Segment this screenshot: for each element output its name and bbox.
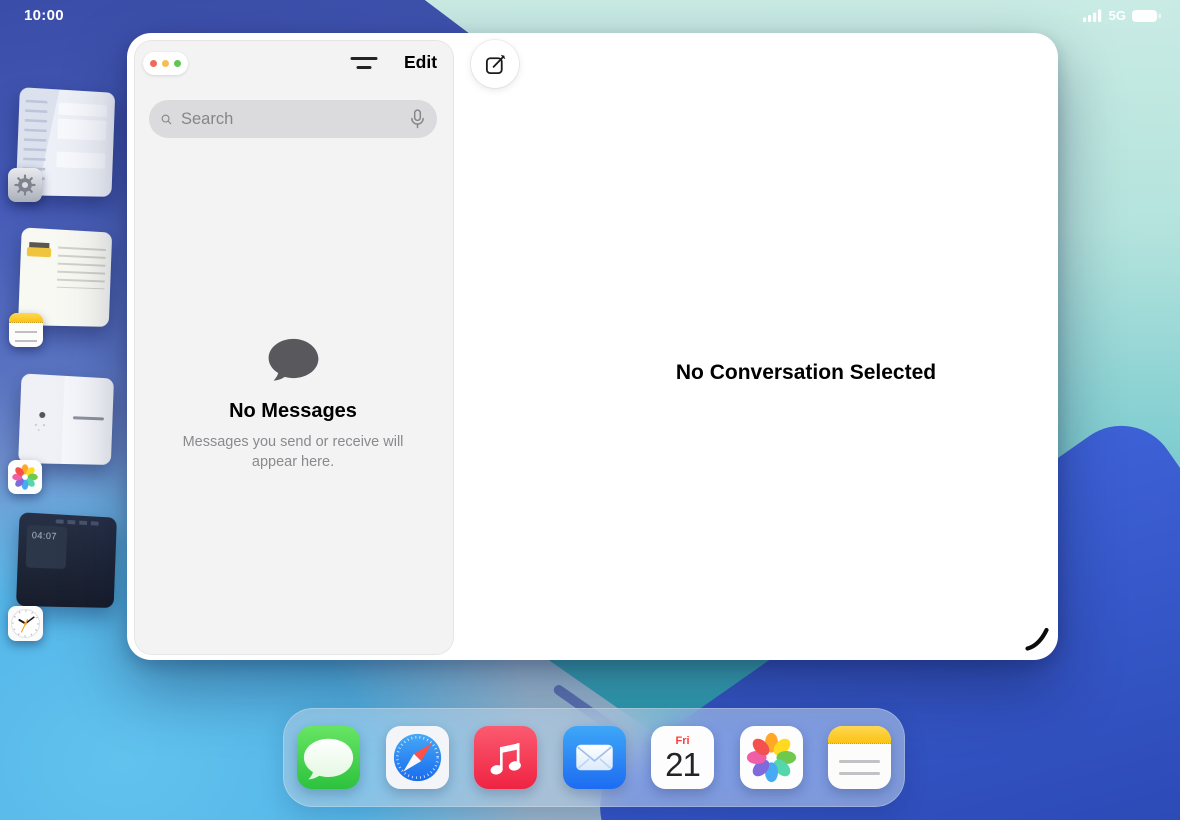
photos-flower-glyph	[746, 732, 796, 783]
notes-app-icon[interactable]	[9, 313, 43, 347]
filter-icon-short-line	[356, 66, 372, 69]
filter-icon	[350, 57, 378, 60]
dock-icon-photos[interactable]	[739, 726, 803, 789]
dock-icon-music[interactable]	[474, 726, 537, 789]
clock-face-icon	[11, 609, 40, 638]
window-control-yellow-dot	[162, 60, 169, 67]
compose-icon	[485, 54, 505, 74]
empty-state-title: No Messages	[229, 400, 357, 422]
notes-yellow-band	[828, 726, 891, 744]
messages-window: Edit Search No Messages Messages you sen…	[127, 33, 1058, 660]
dictation-button[interactable]	[410, 109, 425, 129]
microphone-icon	[411, 109, 424, 129]
search-icon	[161, 114, 172, 124]
notes-line	[839, 760, 880, 763]
dock-icon-messages[interactable]	[297, 726, 360, 789]
clock-card-time: 04:07	[31, 530, 58, 542]
network-label: 5G	[1108, 8, 1126, 23]
music-note-glyph	[474, 726, 537, 789]
gear-icon	[14, 174, 36, 196]
battery-icon	[1132, 9, 1161, 22]
settings-app-icon[interactable]	[8, 168, 42, 202]
notes-line	[839, 772, 880, 775]
signal-icon	[1082, 9, 1101, 22]
notes-yellow-band	[9, 313, 43, 324]
photos-app-icon[interactable]	[8, 460, 42, 494]
search-bar	[149, 100, 437, 138]
stage-thumbnail-clock[interactable]: 04:07	[15, 512, 117, 608]
search-input[interactable]	[179, 108, 403, 130]
calendar-day: 21	[665, 745, 701, 783]
status-time: 10:00	[24, 7, 64, 24]
edit-button[interactable]: Edit	[404, 52, 437, 73]
chat-bubble-icon	[268, 338, 318, 381]
safari-compass-glyph	[385, 726, 449, 789]
stage-thumbnail-notes[interactable]	[17, 227, 113, 327]
window-control-green-dot	[174, 60, 181, 67]
ipad-screen: 10:00 5G 04:07 Edit Search No Messages M…	[0, 0, 1180, 820]
resize-arc-icon	[1025, 627, 1049, 651]
calendar-weekday: Fri	[675, 734, 690, 747]
dock-icon-notes[interactable]	[828, 726, 891, 789]
filter-button[interactable]	[349, 54, 379, 76]
messages-bubble-glyph	[297, 726, 360, 789]
stage-thumbnail-photos[interactable]	[18, 373, 114, 465]
dock-icon-safari[interactable]	[385, 726, 449, 789]
empty-conversations-state: No Messages Messages you send or receive…	[168, 338, 418, 472]
notes-lines	[15, 330, 37, 345]
no-conversation-title: No Conversation Selected	[675, 361, 937, 384]
dock-icon-mail[interactable]	[562, 726, 626, 789]
compose-button[interactable]	[471, 40, 519, 88]
clock-app-icon[interactable]	[8, 606, 43, 641]
dock-icon-calendar[interactable]: Fri 21	[651, 726, 714, 789]
window-controls[interactable]	[143, 52, 188, 75]
empty-state-description: Messages you send or receive will appear…	[182, 434, 404, 470]
dock: Fri 21	[283, 708, 905, 807]
status-indicators: 5G	[1082, 8, 1162, 23]
mail-envelope-glyph	[562, 726, 626, 789]
window-resize-handle[interactable]	[1024, 626, 1050, 652]
photos-flower-icon	[12, 464, 38, 490]
window-control-red-dot	[150, 60, 157, 67]
